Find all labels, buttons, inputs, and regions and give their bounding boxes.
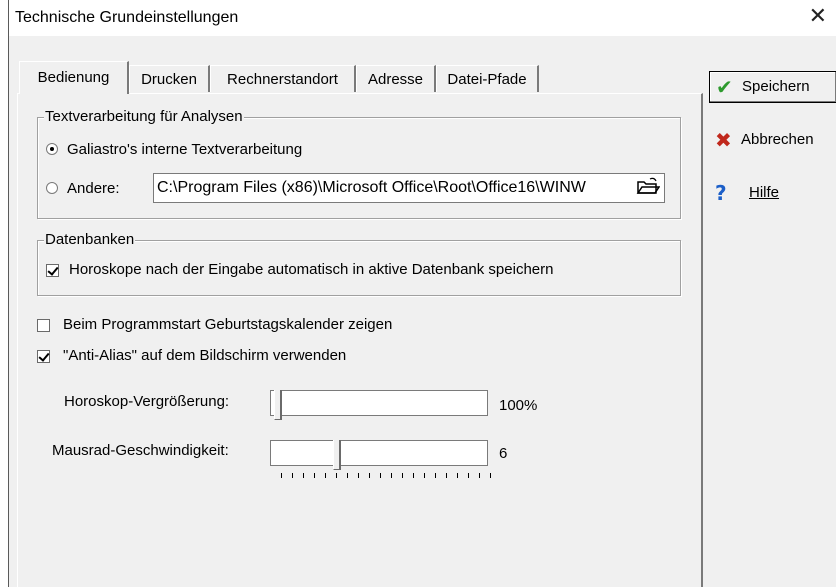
settings-dialog: Technische Grundeinstellungen ✕ Bedienun… (8, 0, 836, 587)
wheel-speed-slider-thumb[interactable] (333, 440, 341, 470)
zoom-slider-thumb[interactable] (274, 390, 282, 420)
help-button[interactable]: ? Hilfe (709, 178, 836, 210)
zoom-value: 100% (499, 397, 538, 414)
tab-drucken[interactable]: Drucken (129, 65, 210, 92)
auto-save-checkbox[interactable] (46, 264, 59, 277)
tab-datei-pfade[interactable]: Datei-Pfade (436, 65, 539, 92)
close-icon[interactable]: ✕ (809, 4, 827, 30)
anti-alias-checkbox[interactable] (37, 350, 50, 363)
question-icon: ? (715, 181, 727, 205)
checkmark-icon: ✔ (716, 75, 733, 99)
cancel-button-label: Abbrechen (741, 131, 814, 148)
tab-bedienung[interactable]: Bedienung (19, 61, 129, 94)
help-button-label: Hilfe (749, 184, 780, 201)
title-bar: Technische Grundeinstellungen ✕ (9, 0, 836, 36)
radio-other-textprocessing[interactable] (46, 182, 58, 194)
radio-internal-textprocessing[interactable] (46, 143, 58, 155)
save-button[interactable]: ✔ Speichern (709, 71, 836, 103)
dialog-title: Technische Grundeinstellungen (15, 9, 239, 26)
birthday-calendar-label: Beim Programmstart Geburtstagskalender z… (63, 316, 393, 333)
tab-rechnerstandort[interactable]: Rechnerstandort (210, 65, 356, 92)
tab-adresse[interactable]: Adresse (356, 65, 436, 92)
folder-open-icon[interactable] (634, 176, 662, 200)
radio-internal-label: Galiastro's interne Textverarbeitung (67, 141, 303, 158)
wheel-speed-slider-track[interactable] (270, 440, 488, 466)
wheel-speed-label: Mausrad-Geschwindigkeit: (52, 442, 229, 459)
text-processing-legend: Textverarbeitung für Analysen (44, 108, 244, 125)
birthday-calendar-checkbox[interactable] (37, 319, 50, 332)
wheel-speed-value: 6 (499, 445, 508, 462)
radio-other-label: Andere: (67, 180, 120, 197)
cancel-button[interactable]: ✖ Abbrechen (709, 125, 836, 157)
anti-alias-label: "Anti-Alias" auf dem Bildschirm verwende… (63, 347, 347, 364)
zoom-slider-track[interactable] (270, 390, 488, 416)
x-icon: ✖ (715, 128, 732, 152)
auto-save-label: Horoskope nach der Eingabe automatisch i… (69, 261, 554, 278)
textprocessor-path-field[interactable]: C:\Program Files (x86)\Microsoft Office\… (153, 173, 665, 203)
zoom-label: Horoskop-Vergrößerung: (64, 393, 230, 410)
save-button-label: Speichern (742, 78, 810, 95)
databases-legend: Datenbanken (44, 231, 136, 248)
text-processing-group: Textverarbeitung für Analysen (37, 108, 681, 219)
